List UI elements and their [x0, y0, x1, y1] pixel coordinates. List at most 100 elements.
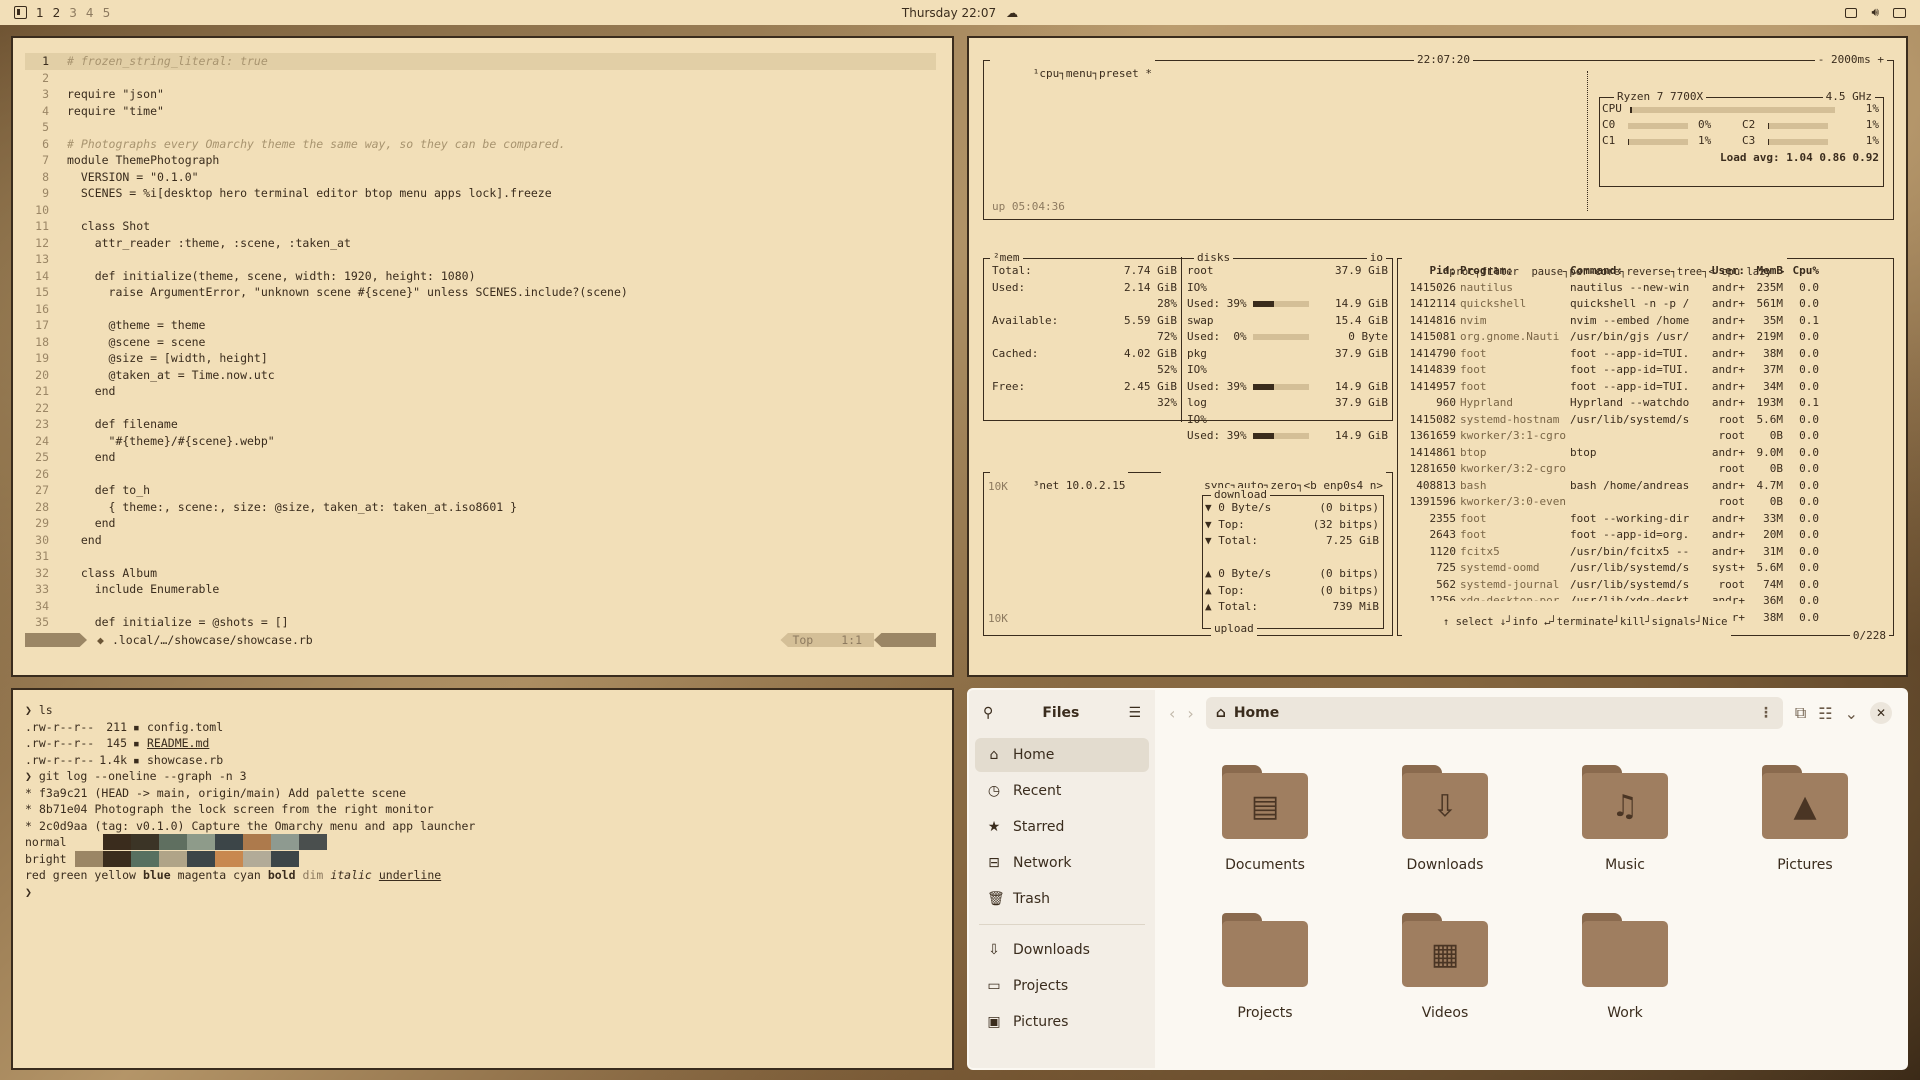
code-line[interactable]: 31 [25, 548, 936, 565]
workspace-1[interactable]: 1 [36, 6, 44, 20]
sidebar-item-starred[interactable]: ★ Starred [975, 810, 1149, 844]
process-table[interactable]: Pid: Program: Command: User: MemB Cpu% 1415026… [1402, 263, 1887, 626]
sidebar-item-projects[interactable]: ▭ Projects [975, 969, 1149, 1003]
folder-music[interactable]: ♫ Music [1535, 765, 1715, 873]
search-icon[interactable]: ⚲ [983, 705, 993, 721]
files-window[interactable]: ⚲ Files ☰ ⌂ Home ◷ Recent ★ Starred ⊟ Network 🗑︎… [967, 688, 1908, 1070]
code-line[interactable]: 24 "#{theme}/#{scene}.webp" [25, 433, 936, 450]
path-menu-icon[interactable]: ⋮ [1759, 705, 1773, 721]
path-home[interactable]: Home [1234, 705, 1279, 721]
code-line[interactable]: 18 @scene = scene [25, 334, 936, 351]
table-row[interactable]: 1414790 foot foot --app-id=TUI. andr+ 38M 0.0 [1402, 346, 1887, 363]
code-line[interactable]: 1 # frozen_string_literal: true [25, 53, 936, 70]
code-line[interactable]: 17 @theme = theme [25, 317, 936, 334]
sidebar-item-trash[interactable]: 🗑︎ Trash [975, 882, 1149, 916]
screen-record-icon[interactable] [1845, 7, 1858, 18]
menu-tab[interactable]: menu [1066, 67, 1093, 80]
code-line[interactable]: 7 module ThemePhotograph [25, 152, 936, 169]
btop-window[interactable]: ¹cpu┐menu┐preset * 22:07:20 - 2000ms + u… [967, 36, 1908, 677]
app-launcher-icon[interactable] [14, 6, 27, 19]
table-row[interactable]: 1414957 foot foot --app-id=TUI. andr+ 34M 0.0 [1402, 379, 1887, 396]
table-row[interactable]: 1412114 quickshell quickshell -n -p / andr+… [1402, 296, 1887, 313]
code-line[interactable]: 27 def to_h [25, 482, 936, 499]
code-line[interactable]: 35 def initialize = @shots = [] [25, 614, 936, 631]
table-row[interactable]: 1120 fcitx5/usr/bin/fcitx5 -- andr+ 31M 0.0 [1402, 544, 1887, 561]
code-line[interactable]: 11 class Shot [25, 218, 936, 235]
proc-nice[interactable]: Nice [1702, 616, 1727, 628]
code-line[interactable]: 6 # Photographs every Omarchy theme the s… [25, 136, 936, 153]
table-row[interactable]: 1391596 kworker/3:0-even root 0B 0.0 [1402, 494, 1887, 511]
code-line[interactable]: 30 end [25, 532, 936, 549]
code-line[interactable]: 9 SCENES = %i[desktop hero terminal edit… [25, 185, 936, 202]
prompt-current[interactable]: ❯ [25, 884, 940, 901]
proc-kill[interactable]: kill [1620, 616, 1645, 628]
forward-icon[interactable]: › [1187, 704, 1193, 723]
workspace-4[interactable]: 4 [86, 6, 94, 20]
hamburger-menu-icon[interactable]: ☰ [1128, 705, 1141, 721]
code-line[interactable]: 10 [25, 202, 936, 219]
code-line[interactable]: 13 [25, 251, 936, 268]
display-icon[interactable] [1893, 7, 1906, 18]
code-line[interactable]: 19 @size = [width, height] [25, 350, 936, 367]
preset-tab[interactable]: preset * [1099, 67, 1152, 80]
terminal-window[interactable]: ❯ ls .rw-r--r-- 211 ▪ config.toml .rw-r--r--… [11, 688, 954, 1070]
table-row[interactable]: 1414839 foot foot --app-id=TUI. andr+ 37M 0.0 [1402, 362, 1887, 379]
proc-signals[interactable]: signals [1652, 616, 1696, 628]
sidebar-item-network[interactable]: ⊟ Network [975, 846, 1149, 880]
proc-select[interactable]: ↑ select ↓ [1443, 616, 1506, 628]
table-row[interactable]: 1361659 kworker/3:1-cgro root 0B 0.0 [1402, 428, 1887, 445]
editor-buffer[interactable]: 1 # frozen_string_literal: true 2 3 require … [25, 53, 936, 631]
table-row[interactable]: 1415081 org.gnome.Nauti/usr/bin/gjs /usr/… [1402, 329, 1887, 346]
workspace-5[interactable]: 5 [103, 6, 111, 20]
table-row[interactable]: 1415026 nautilus nautilus --new-win andr+ 23… [1402, 280, 1887, 297]
code-line[interactable]: 4 require "time" [25, 103, 936, 120]
workspace-3[interactable]: 3 [69, 6, 77, 20]
clock[interactable]: Thursday 22:07 [902, 6, 996, 20]
table-row[interactable]: 1415082 systemd-hostnam/usr/lib/systemd/s… [1402, 412, 1887, 429]
editor-window[interactable]: 1 # frozen_string_literal: true 2 3 require … [11, 36, 954, 677]
table-row[interactable]: 1414861 btop btop andr+ 9.0M 0.0 [1402, 445, 1887, 462]
table-row[interactable]: 2643 foot foot --app-id=org. andr+ 20M 0.0 [1402, 527, 1887, 544]
folder-videos[interactable]: ▦ Videos [1355, 913, 1535, 1021]
proc-terminate[interactable]: terminate [1557, 616, 1614, 628]
code-line[interactable]: 21 end [25, 383, 936, 400]
code-line[interactable]: 12 attr_reader :theme, :scene, :taken_at [25, 235, 936, 252]
update-interval[interactable]: - 2000ms + [1814, 53, 1887, 67]
sidebar-item-home[interactable]: ⌂ Home [975, 738, 1149, 772]
code-line[interactable]: 25 end [25, 449, 936, 466]
proc-info[interactable]: info ↵ [1512, 616, 1550, 628]
folder-pictures[interactable]: ▲ Pictures [1715, 765, 1895, 873]
net-title[interactable]: ³net [1033, 479, 1060, 492]
table-row[interactable]: 960 Hyprland Hyprland --watchdo andr+ 193M 0.… [1402, 395, 1887, 412]
code-line[interactable]: 28 { theme:, scene:, size: @size, taken_… [25, 499, 936, 516]
code-line[interactable]: 34 [25, 598, 936, 615]
workspace-2[interactable]: 2 [53, 6, 61, 20]
folder-work[interactable]: Work [1535, 913, 1715, 1021]
code-line[interactable]: 8 VERSION = "0.1.0" [25, 169, 936, 186]
new-tab-icon[interactable]: ⧉ [1795, 703, 1806, 723]
code-line[interactable]: 2 [25, 70, 936, 87]
view-options-chevron-icon[interactable]: ⌄ [1845, 704, 1858, 723]
table-row[interactable]: 562 systemd-journal/usr/lib/systemd/s root… [1402, 577, 1887, 594]
code-line[interactable]: 15 raise ArgumentError, "unknown scene #… [25, 284, 936, 301]
table-row[interactable]: 725 systemd-oomd/usr/lib/systemd/s syst+ 5.… [1402, 560, 1887, 577]
code-line[interactable]: 22 [25, 400, 936, 417]
code-line[interactable]: 20 @taken_at = Time.now.utc [25, 367, 936, 384]
table-row[interactable]: 1281650 kworker/3:2-cgro root 0B 0.0 [1402, 461, 1887, 478]
terminal-output[interactable]: ❯ ls .rw-r--r-- 211 ▪ config.toml .rw-r--r--… [25, 702, 940, 900]
folder-projects[interactable]: Projects [1175, 913, 1355, 1021]
code-line[interactable]: 5 [25, 119, 936, 136]
code-line[interactable]: 32 class Album [25, 565, 936, 582]
view-list-icon[interactable]: ☷ [1818, 704, 1832, 723]
code-line[interactable]: 16 [25, 301, 936, 318]
sidebar-item-downloads[interactable]: ⇩ Downloads [975, 933, 1149, 967]
code-line[interactable]: 3 require "json" [25, 86, 936, 103]
code-line[interactable]: 29 end [25, 515, 936, 532]
code-line[interactable]: 33 include Enumerable [25, 581, 936, 598]
close-icon[interactable]: ✕ [1870, 702, 1892, 724]
volume-icon[interactable]: 🔊︎ [1871, 5, 1879, 20]
cpu-tab[interactable]: ¹cpu [1033, 67, 1060, 80]
sidebar-item-recent[interactable]: ◷ Recent [975, 774, 1149, 808]
net-zero-toggle[interactable]: zero [1270, 479, 1297, 492]
folder-downloads[interactable]: ⇩ Downloads [1355, 765, 1535, 873]
